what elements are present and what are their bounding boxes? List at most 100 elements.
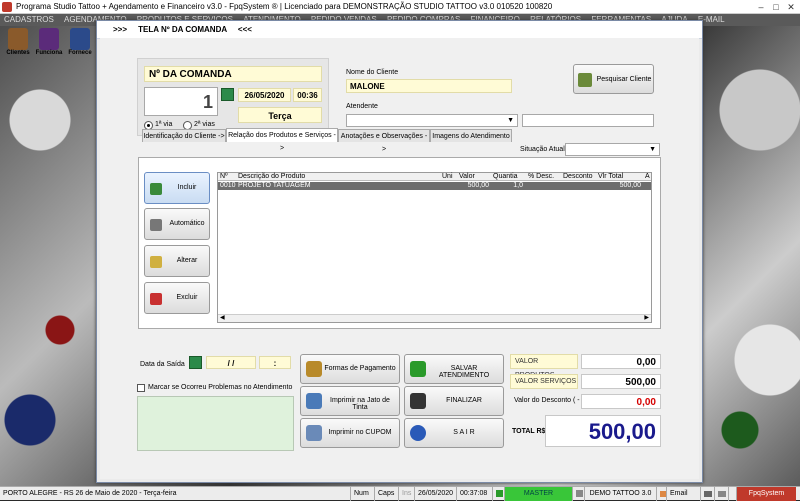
status-demo: DEMO TATTOO 3.0 — [584, 487, 656, 501]
problem-notes-textarea[interactable] — [137, 396, 294, 451]
toolbar-employees-label: Funciona — [35, 50, 63, 56]
close-icon[interactable]: ✕ — [784, 1, 798, 13]
print-receipt-button[interactable]: Imprimir no CUPOM — [300, 418, 400, 448]
toolbar-suppliers-label: Fornece — [68, 50, 92, 56]
delete-item-label: Excluir — [176, 294, 198, 301]
calendar-icon[interactable] — [189, 356, 202, 369]
table-row[interactable]: 0010 PROJETO TATUAGEM 500,00 1,0 500,00 — [218, 182, 651, 190]
discount-value: 0,00 — [581, 394, 661, 409]
check-icon — [410, 361, 426, 377]
comanda-weekday: Terça — [238, 107, 322, 123]
status-caps: Caps — [374, 487, 398, 501]
add-icon — [150, 183, 162, 195]
employees-icon — [39, 28, 59, 50]
search-client-button[interactable]: Pesquisar Cliente — [573, 64, 654, 94]
products-value-label: VALOR PRODUTOS — [510, 354, 578, 379]
toolbar-employees[interactable]: Funciona — [35, 28, 63, 64]
scroll-left-icon[interactable]: ◀ — [220, 314, 225, 321]
barcode-icon — [150, 219, 162, 231]
attendant-extra-field[interactable] — [522, 114, 654, 127]
situation-select[interactable]: ▼ — [565, 143, 660, 156]
exit-label: S A I R — [453, 429, 475, 436]
chevron-down-icon: ▼ — [507, 117, 514, 124]
edit-item-button[interactable]: Alterar — [144, 245, 210, 277]
toolbar-clients-label: Clientes — [6, 50, 30, 56]
toolbar-clients[interactable]: Clientes — [4, 28, 32, 64]
tab-imagens[interactable]: Imagens do Atendimento — [430, 129, 512, 142]
user-icon — [492, 487, 504, 501]
dialog-title: >>> TELA Nº DA COMANDA <<< — [113, 25, 252, 34]
server-icon — [572, 487, 584, 501]
problem-checkbox-label: Marcar se Ocorreu Problemas no Atendimen… — [148, 384, 293, 391]
row-quantia: 1,0 — [513, 182, 523, 189]
items-grid — [217, 172, 652, 323]
exit-date-field[interactable]: / / — [206, 356, 256, 369]
settings-status-icon[interactable] — [714, 487, 728, 501]
via1-label: 1ª via — [155, 121, 173, 128]
comanda-header: Nº DA COMANDA — [144, 66, 322, 82]
add-item-button[interactable]: Incluir — [144, 172, 210, 204]
calendar-icon[interactable] — [221, 88, 234, 101]
exit-date-area — [137, 340, 297, 354]
separator — [728, 487, 736, 501]
status-bar: PORTO ALEGRE - RS 26 de Maio de 2020 - T… — [0, 486, 800, 501]
scroll-right-icon[interactable]: ▶ — [644, 314, 649, 321]
attendant-select[interactable]: ▼ — [346, 114, 518, 127]
clients-icon — [8, 28, 28, 50]
email-label: Email — [670, 490, 688, 497]
status-location: PORTO ALEGRE - RS 26 de Maio de 2020 - T… — [3, 490, 177, 497]
tab-anotacoes[interactable]: Anotações e Observações -> — [338, 129, 430, 153]
edit-icon — [150, 256, 162, 268]
payment-methods-button[interactable]: Formas de Pagamento — [300, 354, 400, 384]
grid-horizontal-scrollbar[interactable]: ◀ ▶ — [218, 314, 651, 322]
comanda-number[interactable]: 1 — [144, 87, 218, 116]
printer-status-icon[interactable] — [700, 487, 714, 501]
automatic-label: Automático — [169, 220, 205, 227]
col-desconto: Desconto — [563, 173, 593, 180]
minimize-icon[interactable]: – — [754, 1, 768, 13]
total-label: TOTAL R$ — [512, 428, 546, 435]
client-name-field[interactable]: MALONE — [346, 79, 512, 93]
save-attendance-label: SALVAR ATENDIMENTO — [438, 365, 490, 379]
col-total: Vlr Total — [598, 173, 624, 180]
save-attendance-button[interactable]: SALVAR ATENDIMENTO — [404, 354, 504, 384]
toolbar-suppliers[interactable]: Fornece — [66, 28, 94, 64]
col-pdesc: % Desc. — [528, 173, 555, 180]
col-valor: Valor — [459, 173, 475, 180]
row-num: 0010 — [220, 182, 236, 189]
brand-badge: FpqSystem — [736, 487, 796, 501]
main-title-bar: Programa Studio Tattoo + Agendamento e F… — [0, 0, 800, 14]
print-receipt-label: Imprimir no CUPOM — [328, 429, 392, 436]
services-value: 500,00 — [581, 374, 661, 389]
status-num: Num — [350, 487, 374, 501]
menu-cadastros[interactable]: CADASTROS — [4, 15, 54, 24]
situation-label: Situação Atual — [520, 146, 565, 153]
maximize-icon[interactable]: □ — [769, 1, 783, 13]
print-inkjet-label: Imprimir na Jato de Tinta — [330, 397, 390, 411]
row-total: 500,00 — [619, 182, 641, 189]
receipt-printer-icon — [306, 425, 322, 441]
add-item-label: Incluir — [177, 184, 197, 191]
via2-label: 2ª vias — [194, 121, 215, 128]
email-status[interactable]: Email — [666, 487, 700, 501]
problem-checkbox[interactable] — [137, 384, 145, 392]
people-search-icon — [578, 73, 592, 87]
col-desc: Descrição do Produto — [238, 173, 306, 180]
tab-identificacao[interactable]: Identificação do Cliente -> — [142, 129, 226, 142]
delete-icon — [150, 293, 162, 305]
delete-item-button[interactable]: Excluir — [144, 282, 210, 314]
edit-item-label: Alterar — [176, 257, 198, 264]
main-toolbar: Clientes Funciona Fornece — [0, 26, 100, 66]
exit-time-field[interactable]: : — [259, 356, 291, 369]
automatic-button[interactable]: Automático — [144, 208, 210, 240]
exit-button[interactable]: S A I R — [404, 418, 504, 448]
tab-produtos-servicos[interactable]: Relação dos Produtos e Serviços -> — [226, 128, 338, 152]
row-valor: 500,00 — [467, 182, 489, 189]
finalize-button[interactable]: FINALIZAR — [404, 386, 504, 416]
total-value: 500,00 — [545, 415, 661, 447]
exit-icon — [410, 425, 426, 441]
warning-icon — [656, 487, 666, 501]
print-inkjet-button[interactable]: Imprimir na Jato de Tinta — [300, 386, 400, 416]
comanda-time: 00:36 — [293, 88, 322, 102]
status-master: MASTER — [504, 487, 572, 501]
